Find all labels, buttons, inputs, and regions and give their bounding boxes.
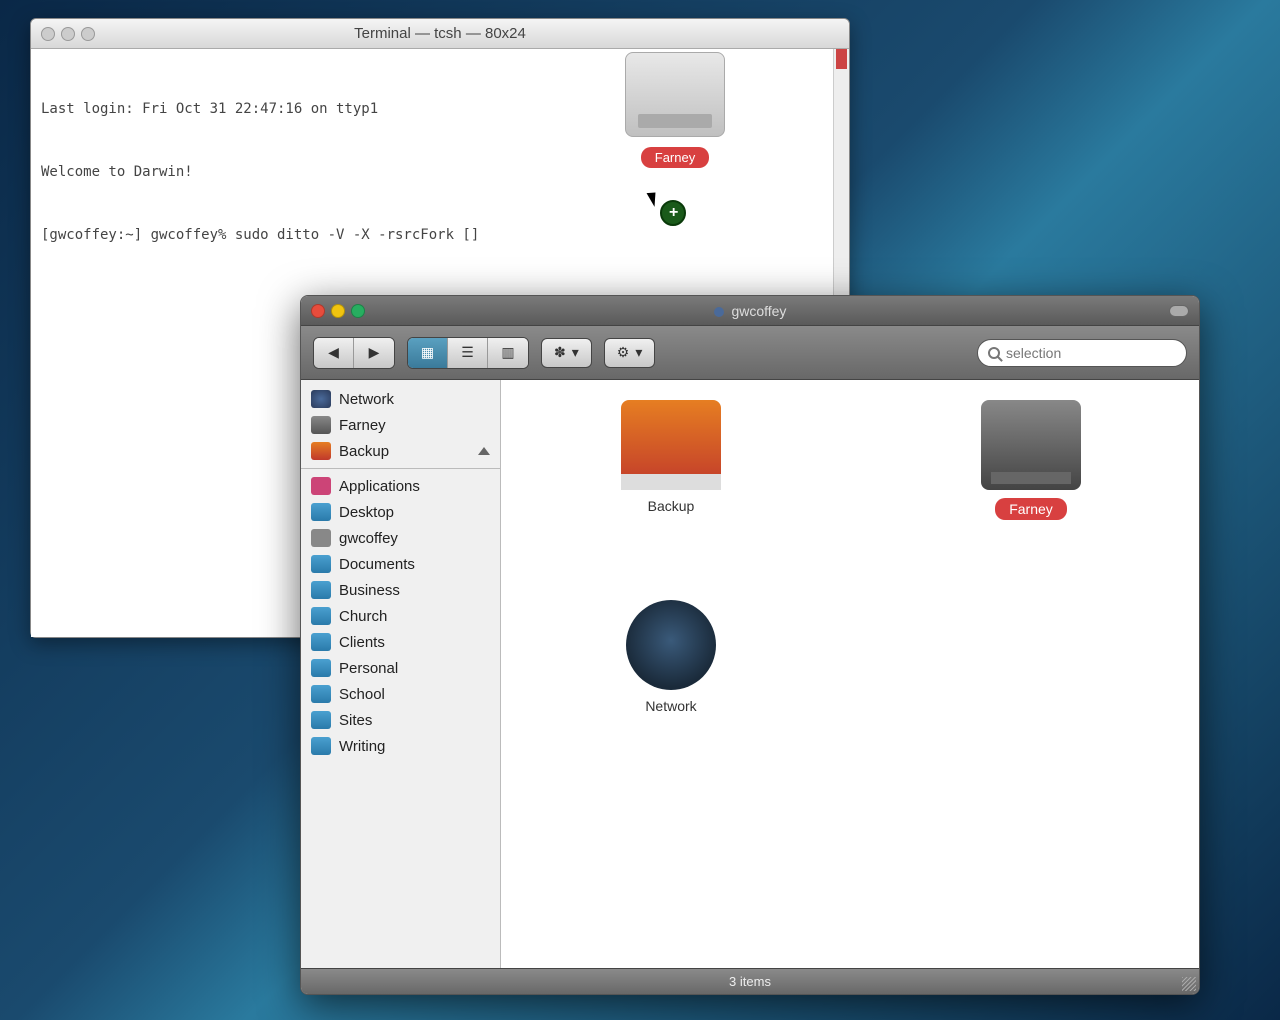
file-item-network[interactable]: Network: [601, 600, 1179, 714]
sidebar-item-label: School: [339, 686, 385, 703]
sidebar-item-documents[interactable]: Documents: [301, 551, 500, 577]
terminal-title: Terminal — tcsh — 80x24: [31, 25, 849, 42]
column-view-button[interactable]: ▥: [488, 338, 528, 368]
finder-window: gwcoffey ◀ ▶ ▦ ☰ ▥ ✽▾ ⚙▾ selection Netwo…: [300, 295, 1200, 995]
sidebar-item-school[interactable]: School: [301, 681, 500, 707]
sidebar-item-desktop[interactable]: Desktop: [301, 499, 500, 525]
finder-body: Network Farney Backup Applications Deskt…: [301, 380, 1199, 968]
folder-icon: [311, 581, 331, 599]
file-item-farney[interactable]: Farney: [961, 400, 1101, 520]
search-placeholder: selection: [1006, 345, 1061, 361]
icon-view-button[interactable]: ▦: [408, 338, 448, 368]
action-menu[interactable]: ✽▾: [541, 338, 592, 368]
chevron-down-icon: ▾: [572, 344, 579, 361]
firewire-disk-icon: [621, 400, 721, 490]
sidebar-item-label: Personal: [339, 660, 398, 677]
folder-icon: [311, 607, 331, 625]
chevron-down-icon: ▾: [635, 344, 642, 361]
finder-content[interactable]: Backup Farney Network: [501, 380, 1199, 968]
item-count: 3 items: [729, 974, 771, 989]
sidebar-item-writing[interactable]: Writing: [301, 733, 500, 759]
folder-icon: [311, 555, 331, 573]
folder-icon: [311, 659, 331, 677]
search-input[interactable]: selection: [977, 339, 1187, 367]
finder-sidebar: Network Farney Backup Applications Deskt…: [301, 380, 501, 968]
sidebar-divider: [301, 468, 500, 469]
sidebar-item-label: Church: [339, 608, 387, 625]
sidebar-item-label: Applications: [339, 478, 420, 495]
zoom-button[interactable]: [351, 304, 365, 318]
sidebar-item-network[interactable]: Network: [301, 386, 500, 412]
terminal-traffic-lights: [41, 27, 95, 41]
copy-cursor-icon: [660, 200, 686, 226]
sidebar-item-church[interactable]: Church: [301, 603, 500, 629]
eject-icon[interactable]: [478, 447, 490, 455]
sidebar-item-applications[interactable]: Applications: [301, 473, 500, 499]
sidebar-item-label: gwcoffey: [339, 530, 398, 547]
gear-icon: ⚙: [617, 344, 630, 361]
file-label-selected: Farney: [995, 498, 1067, 520]
finder-title: gwcoffey: [301, 303, 1199, 319]
close-button[interactable]: [311, 304, 325, 318]
dragged-disk[interactable]: Farney: [605, 52, 745, 168]
home-icon: [311, 529, 331, 547]
sidebar-item-label: Writing: [339, 738, 385, 755]
gear-menu[interactable]: ⚙▾: [604, 338, 656, 368]
action-icon: ✽: [554, 344, 566, 361]
folder-icon: [311, 685, 331, 703]
finder-traffic-lights: [311, 304, 365, 318]
search-icon: [988, 347, 1000, 359]
finder-title-text: gwcoffey: [731, 303, 786, 319]
folder-icon: [311, 503, 331, 521]
nav-group: ◀ ▶: [313, 337, 395, 369]
sidebar-item-label: Farney: [339, 417, 386, 434]
sidebar-item-clients[interactable]: Clients: [301, 629, 500, 655]
hard-disk-icon: [981, 400, 1081, 490]
sidebar-item-sites[interactable]: Sites: [301, 707, 500, 733]
terminal-line: [gwcoffey:~] gwcoffey% sudo ditto -V -X …: [41, 225, 839, 246]
sidebar-item-label: Sites: [339, 712, 372, 729]
file-label: Backup: [601, 498, 741, 514]
network-icon: [311, 390, 331, 408]
applications-icon: [311, 477, 331, 495]
sidebar-item-label: Desktop: [339, 504, 394, 521]
file-item-backup[interactable]: Backup: [601, 400, 741, 520]
close-button[interactable]: [41, 27, 55, 41]
sidebar-item-label: Network: [339, 391, 394, 408]
disk-label: Farney: [641, 147, 709, 168]
terminal-titlebar[interactable]: Terminal — tcsh — 80x24: [31, 19, 849, 49]
sidebar-item-farney[interactable]: Farney: [301, 412, 500, 438]
finder-statusbar: 3 items: [301, 968, 1199, 994]
sidebar-item-home[interactable]: gwcoffey: [301, 525, 500, 551]
finder-toolbar: ◀ ▶ ▦ ☰ ▥ ✽▾ ⚙▾ selection: [301, 326, 1199, 380]
view-group: ▦ ☰ ▥: [407, 337, 529, 369]
sidebar-item-label: Business: [339, 582, 400, 599]
forward-button[interactable]: ▶: [354, 338, 394, 368]
finder-titlebar[interactable]: gwcoffey: [301, 296, 1199, 326]
sidebar-item-label: Clients: [339, 634, 385, 651]
hard-disk-icon: [625, 52, 725, 137]
sidebar-item-business[interactable]: Business: [301, 577, 500, 603]
network-globe-icon: [626, 600, 716, 690]
firewire-disk-icon: [311, 442, 331, 460]
proxy-icon: [714, 307, 724, 317]
sidebar-item-label: Backup: [339, 443, 389, 460]
minimize-button[interactable]: [61, 27, 75, 41]
zoom-button[interactable]: [81, 27, 95, 41]
list-view-button[interactable]: ☰: [448, 338, 488, 368]
sidebar-item-label: Documents: [339, 556, 415, 573]
folder-icon: [311, 633, 331, 651]
minimize-button[interactable]: [331, 304, 345, 318]
back-button[interactable]: ◀: [314, 338, 354, 368]
folder-icon: [311, 737, 331, 755]
disk-icon: [311, 416, 331, 434]
file-label: Network: [601, 698, 741, 714]
toolbar-toggle-button[interactable]: [1169, 305, 1189, 317]
folder-icon: [311, 711, 331, 729]
sidebar-item-backup[interactable]: Backup: [301, 438, 500, 464]
sidebar-item-personal[interactable]: Personal: [301, 655, 500, 681]
resize-grip[interactable]: [1182, 977, 1196, 991]
